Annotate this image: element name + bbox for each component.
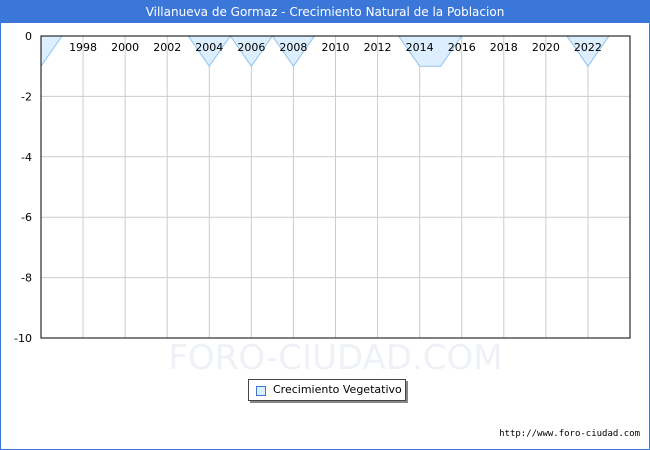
x-tick-label-2018: 2018 — [490, 41, 518, 54]
x-tick-label-2008: 2008 — [279, 41, 307, 54]
x-tick-label-2006: 2006 — [237, 41, 265, 54]
watermark-text: FORO-CIUDAD.COM — [168, 338, 502, 378]
y-tick-label--4: -4 — [21, 151, 32, 164]
x-tick-label-2014: 2014 — [406, 41, 434, 54]
legend: Crecimiento Vegetativo — [248, 379, 406, 401]
chart-frame: Villanueva de Gormaz - Crecimiento Natur… — [0, 0, 650, 450]
x-tick-label-2012: 2012 — [364, 41, 392, 54]
y-tick-label--8: -8 — [21, 272, 32, 285]
y-tick-label--10: -10 — [14, 332, 32, 345]
x-tick-label-2002: 2002 — [153, 41, 181, 54]
legend-label: Crecimiento Vegetativo — [273, 383, 402, 396]
x-tick-label-2016: 2016 — [448, 41, 476, 54]
legend-swatch — [256, 386, 266, 396]
footer-url: http://www.foro-ciudad.com — [499, 429, 640, 439]
y-tick-label-0: 0 — [25, 30, 32, 43]
y-tick-label--6: -6 — [21, 211, 32, 224]
x-tick-label-2004: 2004 — [195, 41, 223, 54]
x-tick-label-2020: 2020 — [532, 41, 560, 54]
y-tick-label--2: -2 — [21, 90, 32, 103]
x-tick-label-2000: 2000 — [111, 41, 139, 54]
x-tick-label-2010: 2010 — [322, 41, 350, 54]
x-tick-label-2022: 2022 — [574, 41, 602, 54]
x-tick-label-1998: 1998 — [69, 41, 97, 54]
